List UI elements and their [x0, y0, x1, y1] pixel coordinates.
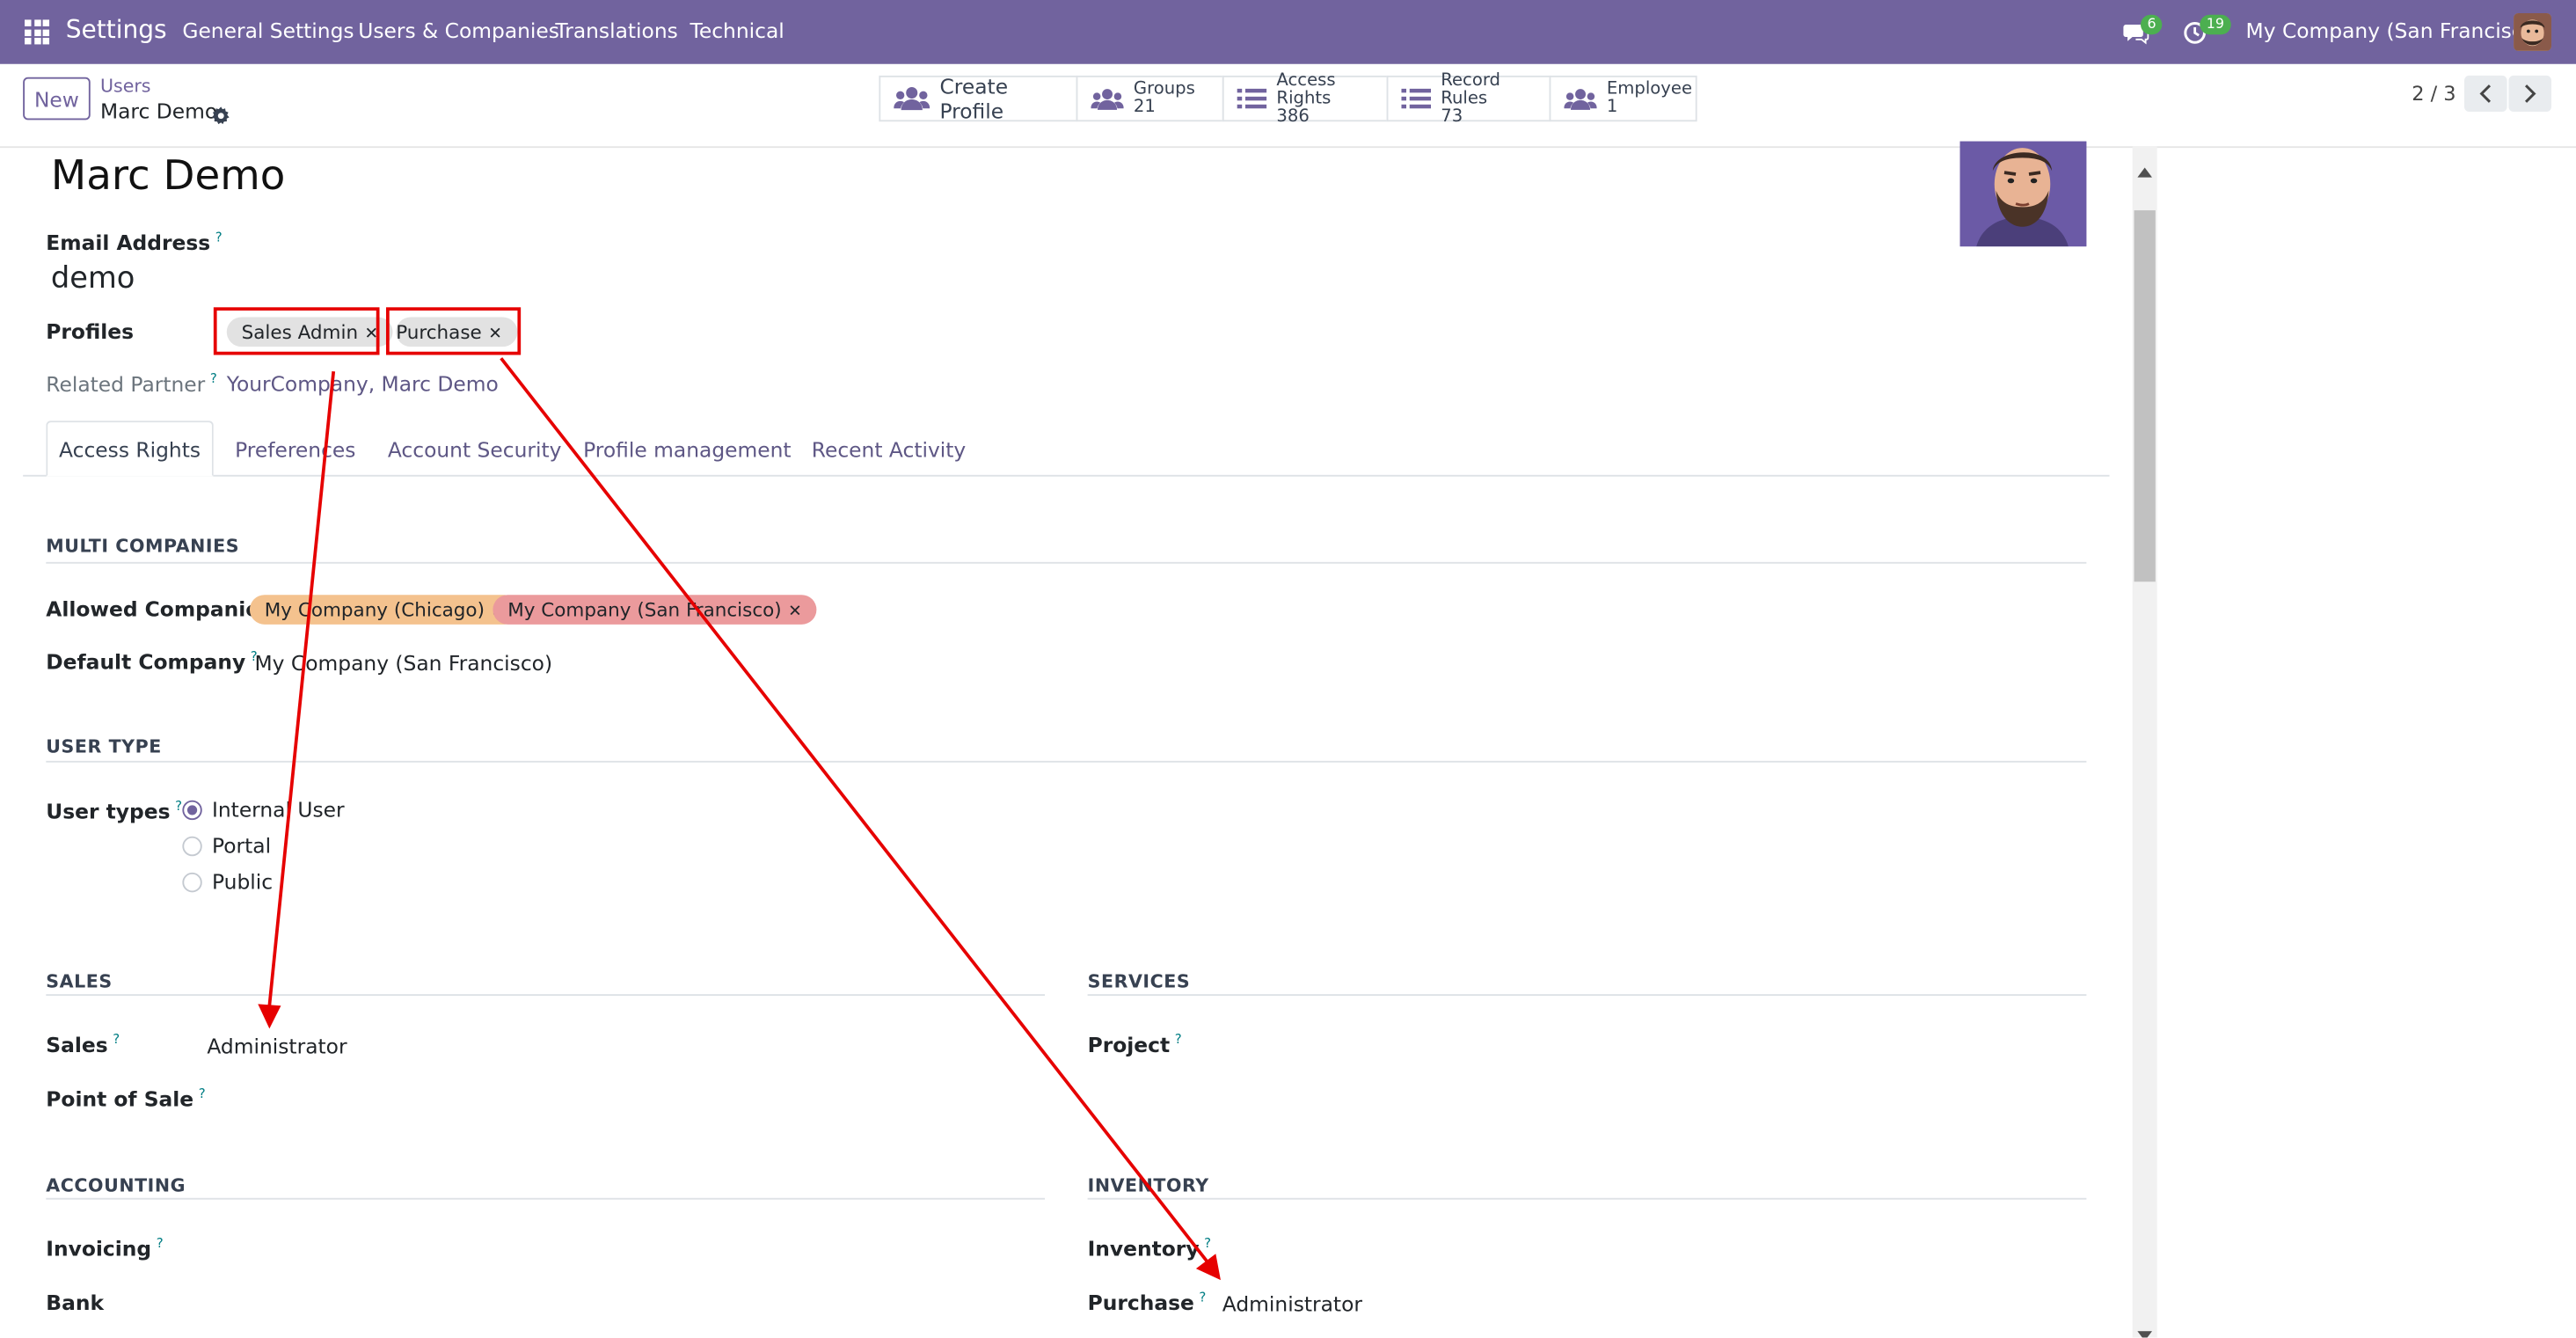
- arrowhead: [258, 1004, 281, 1029]
- annotation-arrows: [258, 357, 1221, 1281]
- arrowhead: [1195, 1254, 1221, 1281]
- arrow-purchase-to-purchase: [500, 357, 1209, 1263]
- screen: Settings General Settings Users & Compan…: [0, 0, 2576, 1338]
- arrow-sales-admin-to-sales: [267, 370, 336, 1006]
